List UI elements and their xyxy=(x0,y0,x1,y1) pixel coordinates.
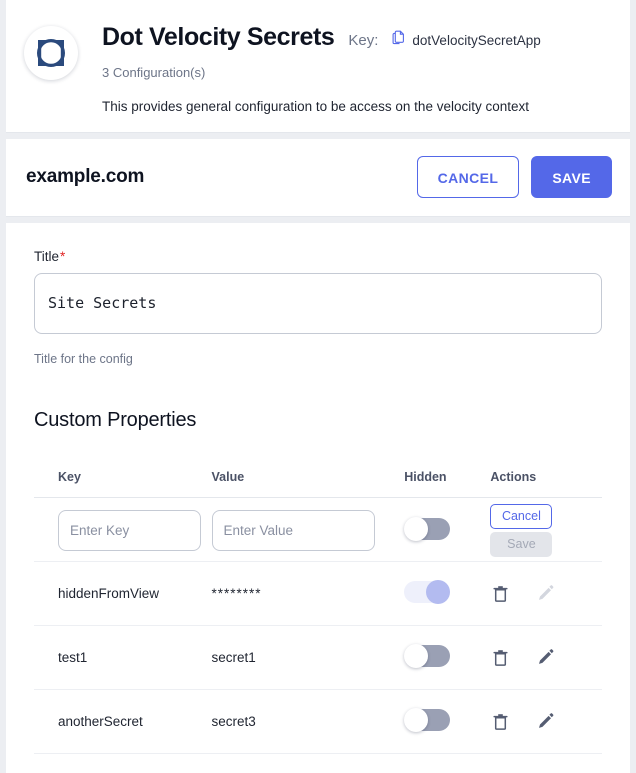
property-value: ******** xyxy=(211,561,405,626)
table-header: Key Value Hidden Actions xyxy=(34,469,602,498)
app-header-text: Dot Velocity Secrets Key: dotVelocitySec… xyxy=(78,22,630,114)
pencil-icon[interactable] xyxy=(536,712,555,731)
app-header-card: Dot Velocity Secrets Key: dotVelocitySec… xyxy=(6,0,630,133)
save-button[interactable]: SAVE xyxy=(531,156,612,198)
title-field-label-text: Title xyxy=(34,248,60,264)
property-value: secret1 xyxy=(211,625,405,690)
table-body: Cancel Save hiddenFromView ******** xyxy=(34,497,602,754)
toggle-knob xyxy=(404,707,429,732)
property-hidden-cell xyxy=(404,625,491,690)
column-header-actions: Actions xyxy=(490,469,602,498)
property-actions-cell xyxy=(490,561,602,626)
table-row: test1 secret1 xyxy=(34,625,602,690)
row-actions xyxy=(490,648,602,667)
cancel-button[interactable]: CANCEL xyxy=(416,156,520,198)
title-input[interactable] xyxy=(34,272,602,334)
page-title: Dot Velocity Secrets xyxy=(102,23,335,51)
new-property-row: Cancel Save xyxy=(34,497,602,562)
new-property-key-cell xyxy=(34,497,212,562)
site-name: example.com xyxy=(26,166,145,187)
title-field-label: Title* xyxy=(34,249,602,264)
trash-icon[interactable] xyxy=(492,584,509,603)
property-hidden-toggle[interactable] xyxy=(404,579,451,604)
pencil-icon[interactable] xyxy=(536,648,555,667)
table-row: hiddenFromView ******** xyxy=(34,561,602,626)
table-row: anotherSecret secret3 xyxy=(34,689,602,754)
pencil-icon xyxy=(536,584,555,603)
toolbar-buttons: CANCEL SAVE xyxy=(416,156,612,198)
new-key-input[interactable] xyxy=(58,510,201,551)
copy-icon[interactable] xyxy=(392,30,406,50)
custom-properties-table: Key Value Hidden Actions Enter Key Enter… xyxy=(34,469,602,754)
new-value-input[interactable] xyxy=(211,510,375,551)
app-header-top: Dot Velocity Secrets Key: dotVelocitySec… xyxy=(6,22,630,114)
column-header-key: Key xyxy=(34,469,212,498)
property-actions-cell xyxy=(490,689,602,754)
app-key-chip[interactable]: dotVelocitySecretApp xyxy=(392,30,541,50)
property-key: anotherSecret xyxy=(34,689,212,754)
site-toolbar: example.com CANCEL SAVE xyxy=(6,138,630,217)
property-hidden-toggle[interactable] xyxy=(404,707,451,732)
property-value: secret3 xyxy=(211,689,405,754)
column-header-hidden: Hidden xyxy=(404,469,491,498)
app-title-row: Dot Velocity Secrets Key: dotVelocitySec… xyxy=(102,23,630,52)
new-property-actions-cell: Cancel Save xyxy=(490,497,602,562)
toggle-knob xyxy=(404,643,429,668)
trash-icon[interactable] xyxy=(492,712,509,731)
property-actions-cell xyxy=(490,625,602,690)
property-hidden-cell xyxy=(404,561,491,626)
row-actions xyxy=(490,712,602,731)
new-property-actions: Cancel Save xyxy=(490,504,553,557)
table-header-row: Key Value Hidden Actions xyxy=(34,469,602,498)
toggle-knob xyxy=(426,579,451,604)
configuration-count: 3 Configuration(s) xyxy=(102,64,206,80)
column-header-value: Value xyxy=(211,469,405,498)
property-hidden-toggle[interactable] xyxy=(404,643,451,668)
app-description: This provides general configuration to b… xyxy=(102,98,529,114)
new-property-value-cell xyxy=(211,497,405,562)
property-key: test1 xyxy=(34,625,212,690)
title-helper-text: Title for the config xyxy=(34,351,133,366)
dotcms-circle-logo-icon xyxy=(24,26,78,80)
new-property-save-button: Save xyxy=(490,532,553,557)
row-actions xyxy=(490,584,602,603)
key-label: Key: xyxy=(348,32,379,49)
new-property-hidden-toggle[interactable] xyxy=(404,517,451,541)
app-key-value: dotVelocitySecretApp xyxy=(412,32,541,48)
property-key: hiddenFromView xyxy=(34,561,212,626)
custom-properties-heading: Custom Properties xyxy=(34,408,197,431)
new-property-cancel-button[interactable]: Cancel xyxy=(490,504,553,529)
required-marker: * xyxy=(60,248,66,264)
property-hidden-cell xyxy=(404,689,491,754)
config-form-card: Title* Title for the config Custom Prope… xyxy=(6,222,630,773)
new-property-hidden-cell xyxy=(404,497,491,562)
trash-icon[interactable] xyxy=(492,648,509,667)
app-page: Dot Velocity Secrets Key: dotVelocitySec… xyxy=(0,0,636,773)
